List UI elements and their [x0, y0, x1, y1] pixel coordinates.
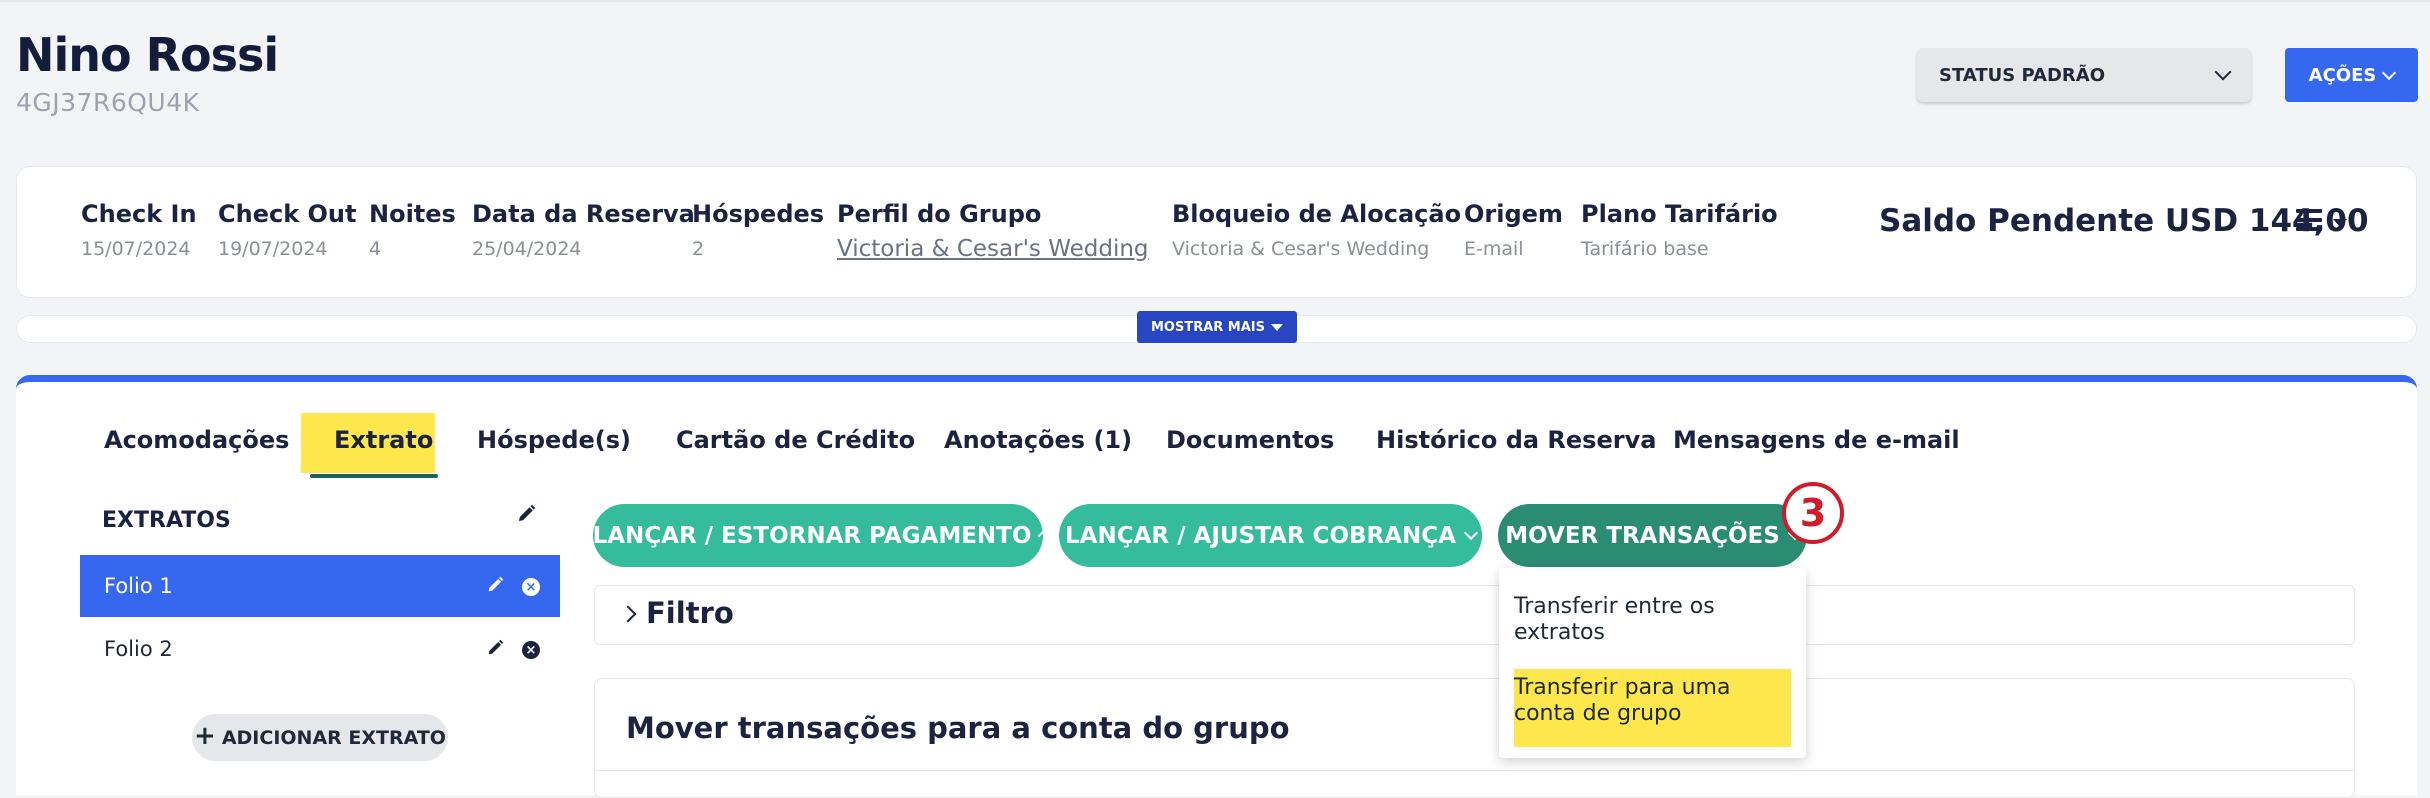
add-folio-button[interactable]: + ADICIONAR EXTRATO: [192, 714, 448, 761]
button-label: MOVER TRANSAÇÕES: [1505, 522, 1780, 549]
remove-circle-icon[interactable]: ×: [522, 641, 540, 659]
field-value: 19/07/2024: [218, 238, 328, 260]
field-label: Perfil do Grupo: [837, 200, 1042, 228]
tab-credit-card[interactable]: Cartão de Crédito: [676, 426, 915, 454]
menu-item-label: Transferir para uma conta de grupo: [1514, 675, 1731, 726]
field-allocation-block: Bloqueio de Alocação Victoria & Cesar's …: [1172, 200, 1461, 260]
active-tab-underline: [310, 474, 438, 478]
edit-pencil-icon[interactable]: [486, 575, 504, 599]
folio-label: Folio 2: [104, 637, 173, 661]
field-label: Hóspedes: [692, 200, 825, 228]
actions-label: AÇÕES: [2308, 64, 2377, 86]
field-label: Bloqueio de Alocação: [1172, 200, 1462, 228]
actions-button[interactable]: AÇÕES: [2285, 48, 2418, 102]
field-value: 4: [369, 238, 382, 260]
tab-reservation-history[interactable]: Histórico da Reserva: [1376, 426, 1656, 454]
remove-circle-icon[interactable]: ×: [522, 578, 540, 596]
field-label: Check In: [81, 200, 197, 228]
button-label: LANÇAR / AJUSTAR COBRANÇA: [1065, 522, 1456, 549]
tab-email-messages[interactable]: Mensagens de e-mail: [1673, 426, 1960, 454]
field-value: E-mail: [1464, 238, 1524, 260]
folio-label: Folio 1: [104, 574, 173, 598]
field-guests: Hóspedes 2: [692, 200, 824, 260]
status-label: STATUS PADRÃO: [1939, 64, 2106, 86]
move-transactions-button[interactable]: MOVER TRANSAÇÕES: [1498, 504, 1807, 567]
tab-documents[interactable]: Documentos: [1166, 426, 1334, 454]
top-border: [0, 0, 2430, 2]
guest-name: Nino Rossi: [16, 28, 279, 82]
field-value: 25/04/2024: [472, 238, 582, 260]
field-group-profile: Perfil do Grupo Victoria & Cesar's Weddi…: [837, 200, 1149, 262]
plus-icon: +: [194, 721, 216, 751]
show-more-button[interactable]: MOSTRAR MAIS: [1137, 311, 1297, 343]
group-profile-link[interactable]: Victoria & Cesar's Wedding: [837, 236, 1149, 262]
tab-statement[interactable]: Extrato: [334, 426, 433, 454]
field-origin: Origem E-mail: [1464, 200, 1563, 260]
step-number-badge: 3: [1782, 482, 1844, 544]
edit-pencil-icon[interactable]: [486, 638, 504, 662]
chevron-down-icon: [2382, 65, 2397, 80]
menu-icon[interactable]: [2296, 209, 2347, 235]
folios-title: EXTRATOS: [102, 508, 231, 533]
folio-item[interactable]: Folio 2 ×: [80, 618, 560, 680]
filter-title[interactable]: Filtro: [646, 596, 734, 630]
move-transactions-menu: Transferir entre os extratos Transferir …: [1499, 568, 1806, 758]
field-check-out: Check Out 19/07/2024: [218, 200, 356, 260]
show-more-label: MOSTRAR MAIS: [1150, 319, 1266, 335]
field-value: 2: [692, 238, 705, 260]
move-section-title: Mover transações para a conta do grupo: [626, 711, 1290, 745]
tab-accommodations[interactable]: Acomodações: [104, 426, 289, 454]
button-label: LANÇAR / ESTORNAR PAGAMENTO: [592, 522, 1032, 549]
field-booking-date: Data da Reserva 25/04/2024: [472, 200, 695, 260]
field-check-in: Check In 15/07/2024: [81, 200, 197, 260]
menu-item-transfer-between-folios[interactable]: Transferir entre os extratos: [1514, 594, 1801, 646]
status-dropdown[interactable]: STATUS PADRÃO: [1917, 48, 2251, 102]
filter-panel[interactable]: [594, 585, 2355, 645]
field-label: Origem: [1464, 200, 1563, 228]
folio-item[interactable]: Folio 1 ×: [80, 555, 560, 617]
field-nights: Noites 4: [369, 200, 456, 260]
field-label: Check Out: [218, 200, 357, 228]
tab-notes[interactable]: Anotações (1): [944, 426, 1132, 454]
field-value: 15/07/2024: [81, 238, 191, 260]
menu-item-transfer-to-group-account[interactable]: Transferir para uma conta de grupo: [1514, 669, 1791, 747]
field-label: Data da Reserva: [472, 200, 695, 228]
edit-pencil-icon[interactable]: [516, 504, 536, 528]
field-rate-plan: Plano Tarifário Tarifário base: [1581, 200, 1778, 260]
post-refund-payment-button[interactable]: LANÇAR / ESTORNAR PAGAMENTO: [592, 504, 1047, 567]
field-label: Noites: [369, 200, 456, 228]
divider: [594, 770, 2355, 771]
tab-guests[interactable]: Hóspede(s): [477, 426, 631, 454]
add-folio-label: ADICIONAR EXTRATO: [221, 726, 446, 749]
chevron-down-icon: [1463, 525, 1479, 541]
field-value: Victoria & Cesar's Wedding: [1172, 238, 1430, 260]
post-adjust-charge-button[interactable]: LANÇAR / AJUSTAR COBRANÇA: [1059, 504, 1482, 567]
chevron-down-icon: [2214, 63, 2232, 81]
caret-down-icon: [1271, 323, 1284, 331]
reservation-code: 4GJ37R6QU4K: [16, 88, 200, 117]
field-label: Plano Tarifário: [1581, 200, 1778, 228]
field-value: Tarifário base: [1581, 238, 1709, 260]
